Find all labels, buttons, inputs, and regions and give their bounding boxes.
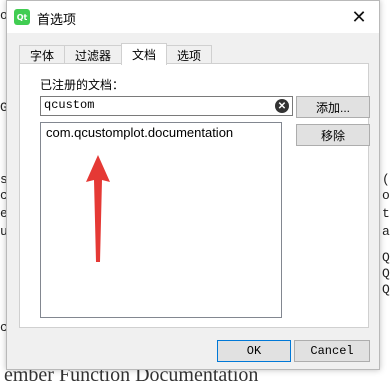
registered-docs-list[interactable]: com.qcustomplot.documentation	[40, 122, 282, 318]
documentation-tab-panel: 已注册的文档： qcustom ✕ com.qcustomplot.docume…	[19, 63, 370, 328]
tab-documentation[interactable]: 文档	[121, 43, 168, 65]
bg-text-fragment: (	[382, 172, 390, 187]
docs-filter-input[interactable]: qcustom	[40, 96, 293, 116]
bg-text-fragment: o	[382, 188, 390, 203]
bg-text-fragment: t	[382, 206, 390, 221]
cancel-button[interactable]: Cancel	[294, 340, 370, 362]
bg-text-fragment: a	[382, 224, 390, 239]
preferences-dialog: Qt 首选项 ✕ 字体 过滤器 文档 选项 已注册的文档： qcustom ✕ …	[6, 0, 380, 370]
list-item[interactable]: com.qcustomplot.documentation	[46, 125, 233, 140]
remove-button[interactable]: 移除	[296, 124, 370, 146]
bg-text-fragment: Q	[382, 266, 390, 281]
close-icon[interactable]: ✕	[339, 1, 379, 33]
bg-text-fragment: Q	[382, 282, 390, 297]
tab-fonts[interactable]: 字体	[19, 45, 66, 64]
title-bar: Qt 首选项 ✕	[7, 1, 379, 33]
dialog-title: 首选项	[37, 12, 77, 27]
tab-bar: 字体 过滤器 文档 选项	[19, 43, 213, 65]
bg-text-fragment: Q	[382, 250, 390, 265]
qt-app-icon: Qt	[14, 9, 30, 25]
tab-options[interactable]: 选项	[166, 45, 213, 64]
tab-filters[interactable]: 过滤器	[64, 45, 123, 64]
ok-button[interactable]: OK	[217, 340, 291, 362]
clear-icon[interactable]: ✕	[275, 99, 289, 113]
registered-docs-label: 已注册的文档：	[40, 78, 125, 92]
add-button[interactable]: 添加...	[296, 96, 370, 118]
